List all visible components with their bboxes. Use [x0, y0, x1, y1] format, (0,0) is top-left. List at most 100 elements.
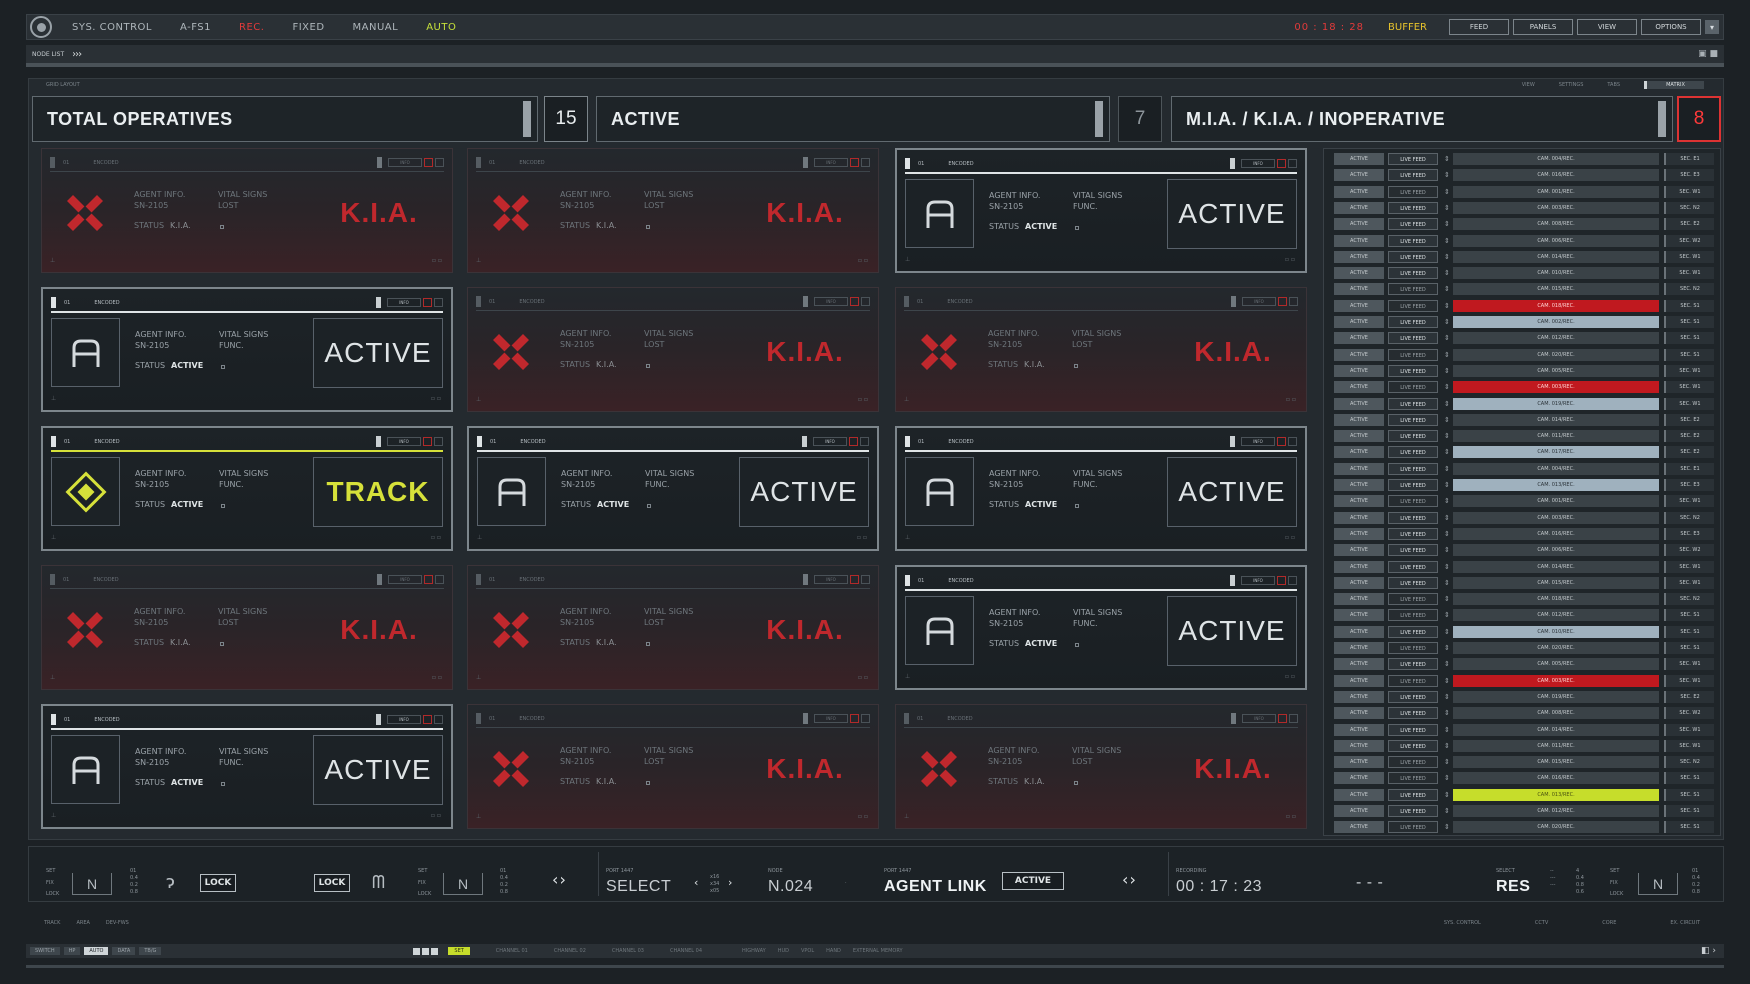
expand-icon[interactable]: ⊥: [904, 396, 909, 403]
live-feed-button[interactable]: LIVE FEED: [1388, 153, 1438, 165]
arch-icon[interactable]: ᗰ: [372, 872, 385, 893]
feed-row[interactable]: ACTIVE LIVE FEED ⇕ CAM. 012/REC. SEC. S1: [1334, 332, 1714, 345]
strip-view[interactable]: VIEW: [1522, 82, 1535, 88]
chevron-down-icon[interactable]: ▾: [1705, 20, 1719, 34]
close-icon[interactable]: [861, 575, 870, 584]
sort-icon[interactable]: ⇕: [1444, 253, 1450, 261]
sort-icon[interactable]: ⇕: [1444, 693, 1450, 701]
live-feed-button[interactable]: LIVE FEED: [1388, 185, 1438, 198]
camera-channel[interactable]: CAM. 014/REC.: [1453, 560, 1659, 573]
camera-channel[interactable]: CAM. 014/REC.: [1453, 413, 1659, 426]
live-feed-button[interactable]: LIVE FEED: [1388, 625, 1438, 638]
sort-icon[interactable]: ⇕: [1444, 497, 1450, 505]
expand-icon[interactable]: ⊥: [51, 812, 56, 819]
live-feed-button[interactable]: LIVE FEED: [1388, 201, 1438, 214]
sort-icon[interactable]: ⇕: [1444, 220, 1450, 228]
camera-channel[interactable]: CAM. 020/REC.: [1453, 642, 1659, 654]
sort-icon[interactable]: ⇕: [1444, 514, 1450, 522]
operative-card[interactable]: 01 ENCODED INFO AGENT INFO. SN-2105 STATUS K.I…: [895, 287, 1307, 412]
camera-channel[interactable]: CAM. 001/REC.: [1453, 185, 1659, 198]
camera-channel[interactable]: CAM. 020/REC.: [1453, 348, 1659, 361]
hook-icon[interactable]: ɂ: [166, 872, 175, 893]
expand-icon[interactable]: ⊥: [51, 534, 56, 541]
feed-row[interactable]: ACTIVE LIVE FEED ⇕ CAM. 015/REC. SEC. N2: [1334, 756, 1714, 769]
feed-row[interactable]: ACTIVE LIVE FEED ⇕ CAM. 004/REC. SEC. E1: [1334, 462, 1714, 475]
expand-icon[interactable]: ⊥: [476, 674, 481, 681]
sort-icon[interactable]: ⇕: [1444, 416, 1450, 424]
feed-row[interactable]: ACTIVE LIVE FEED ⇕ CAM. 001/REC. SEC. W1: [1334, 495, 1714, 508]
sort-icon[interactable]: ⇕: [1444, 660, 1450, 668]
info-button[interactable]: INFO: [387, 298, 421, 307]
feed-row[interactable]: ACTIVE LIVE FEED ⇕ CAM. 003/REC. SEC. W1: [1334, 674, 1714, 687]
expand-icon[interactable]: ⊥: [477, 534, 482, 541]
sort-icon[interactable]: ⇕: [1444, 318, 1450, 326]
live-feed-button[interactable]: LIVE FEED: [1388, 821, 1438, 834]
sort-icon[interactable]: ⇕: [1444, 644, 1450, 652]
live-feed-button[interactable]: LIVE FEED: [1388, 348, 1438, 361]
live-feed-button[interactable]: LIVE FEED: [1388, 609, 1438, 622]
live-feed-button[interactable]: LIVE FEED: [1388, 544, 1438, 557]
alert-toggle-icon[interactable]: [849, 437, 858, 446]
camera-channel[interactable]: CAM. 002/REC.: [1453, 316, 1659, 328]
live-feed-button[interactable]: LIVE FEED: [1388, 364, 1438, 377]
camera-channel[interactable]: CAM. 010/REC.: [1453, 267, 1659, 280]
live-feed-button[interactable]: LIVE FEED: [1388, 805, 1438, 817]
feed-row[interactable]: ACTIVE LIVE FEED ⇕ CAM. 010/REC. SEC. S1: [1334, 625, 1714, 638]
close-icon[interactable]: [1288, 437, 1297, 446]
alert-toggle-icon[interactable]: [850, 158, 859, 167]
camera-channel[interactable]: CAM. 016/REC.: [1453, 169, 1659, 182]
info-button[interactable]: INFO: [1241, 437, 1275, 446]
operative-card[interactable]: 01 ENCODED INFO AGENT INFO. SN-2105 STATUS K.I…: [41, 148, 453, 273]
feed-row[interactable]: ACTIVE LIVE FEED ⇕ CAM. 015/REC. SEC. N2: [1334, 283, 1714, 296]
feed-row[interactable]: ACTIVE LIVE FEED ⇕ CAM. 003/REC. SEC. N2: [1334, 201, 1714, 214]
sort-icon[interactable]: ⇕: [1444, 171, 1450, 179]
camera-channel[interactable]: CAM. 008/REC.: [1453, 218, 1659, 231]
live-feed-button[interactable]: LIVE FEED: [1388, 495, 1438, 508]
feed-row[interactable]: ACTIVE LIVE FEED ⇕ CAM. 001/REC. SEC. W1: [1334, 185, 1714, 198]
close-icon[interactable]: [861, 297, 870, 306]
sort-icon[interactable]: ⇕: [1444, 611, 1450, 619]
camera-channel[interactable]: CAM. 016/REC.: [1453, 527, 1659, 540]
info-button[interactable]: INFO: [814, 714, 848, 723]
expand-icon[interactable]: ⊥: [476, 257, 481, 264]
camera-channel[interactable]: CAM. 013/REC.: [1453, 788, 1659, 801]
options-button[interactable]: OPTIONS: [1641, 19, 1701, 35]
expand-icon[interactable]: ⊥: [905, 256, 910, 263]
sort-icon[interactable]: ⇕: [1444, 807, 1450, 815]
alert-toggle-icon[interactable]: [1277, 576, 1286, 585]
feed-row[interactable]: ACTIVE LIVE FEED ⇕ CAM. 002/REC. SEC. S1: [1334, 316, 1714, 328]
feed-row[interactable]: ACTIVE LIVE FEED ⇕ CAM. 013/REC. SEC. E3: [1334, 479, 1714, 491]
feed-row[interactable]: ACTIVE LIVE FEED ⇕ CAM. 012/REC. SEC. S1: [1334, 805, 1714, 817]
camera-channel[interactable]: CAM. 006/REC.: [1453, 544, 1659, 557]
nav-arrows-1[interactable]: ‹ ›: [552, 870, 566, 889]
status-square-icon[interactable]: [422, 947, 430, 955]
feed-row[interactable]: ACTIVE LIVE FEED ⇕ CAM. 014/REC. SEC. W1: [1334, 250, 1714, 263]
info-button[interactable]: INFO: [388, 158, 422, 167]
sort-icon[interactable]: ⇕: [1444, 677, 1450, 685]
camera-channel[interactable]: CAM. 015/REC.: [1453, 576, 1659, 589]
camera-channel[interactable]: CAM. 006/REC.: [1453, 234, 1659, 247]
data-button[interactable]: DATA: [112, 947, 136, 955]
feed-row[interactable]: ACTIVE LIVE FEED ⇕ CAM. 020/REC. SEC. S1: [1334, 642, 1714, 654]
sort-icon[interactable]: ⇕: [1444, 774, 1450, 782]
feed-row[interactable]: ACTIVE LIVE FEED ⇕ CAM. 018/REC. SEC. S1: [1334, 299, 1714, 312]
close-icon[interactable]: [1288, 576, 1297, 585]
live-feed-button[interactable]: LIVE FEED: [1388, 723, 1438, 736]
operative-card[interactable]: 01 ENCODED INFO AGENT INFO. SN-2105 STATUS K.I…: [895, 704, 1307, 829]
alert-toggle-icon[interactable]: [1278, 297, 1287, 306]
camera-channel[interactable]: CAM. 014/REC.: [1453, 250, 1659, 263]
feed-row[interactable]: ACTIVE LIVE FEED ⇕ CAM. 017/REC. SEC. E2: [1334, 446, 1714, 459]
menu-fixed[interactable]: FIXED: [278, 22, 338, 33]
sort-icon[interactable]: ⇕: [1444, 351, 1450, 359]
expand-icon[interactable]: ⊥: [904, 813, 909, 820]
close-icon[interactable]: [434, 715, 443, 724]
sort-icon[interactable]: ⇕: [1444, 334, 1450, 342]
operative-card[interactable]: 01 ENCODED INFO AGENT INFO. SN-2105 STATUS K.I…: [467, 148, 879, 273]
sort-icon[interactable]: ⇕: [1444, 742, 1450, 750]
sort-icon[interactable]: ⇕: [1444, 791, 1450, 799]
camera-channel[interactable]: CAM. 005/REC.: [1453, 658, 1659, 671]
close-icon[interactable]: [434, 298, 443, 307]
info-button[interactable]: INFO: [387, 437, 421, 446]
sort-icon[interactable]: ⇕: [1444, 432, 1450, 440]
live-feed-button[interactable]: LIVE FEED: [1388, 576, 1438, 589]
